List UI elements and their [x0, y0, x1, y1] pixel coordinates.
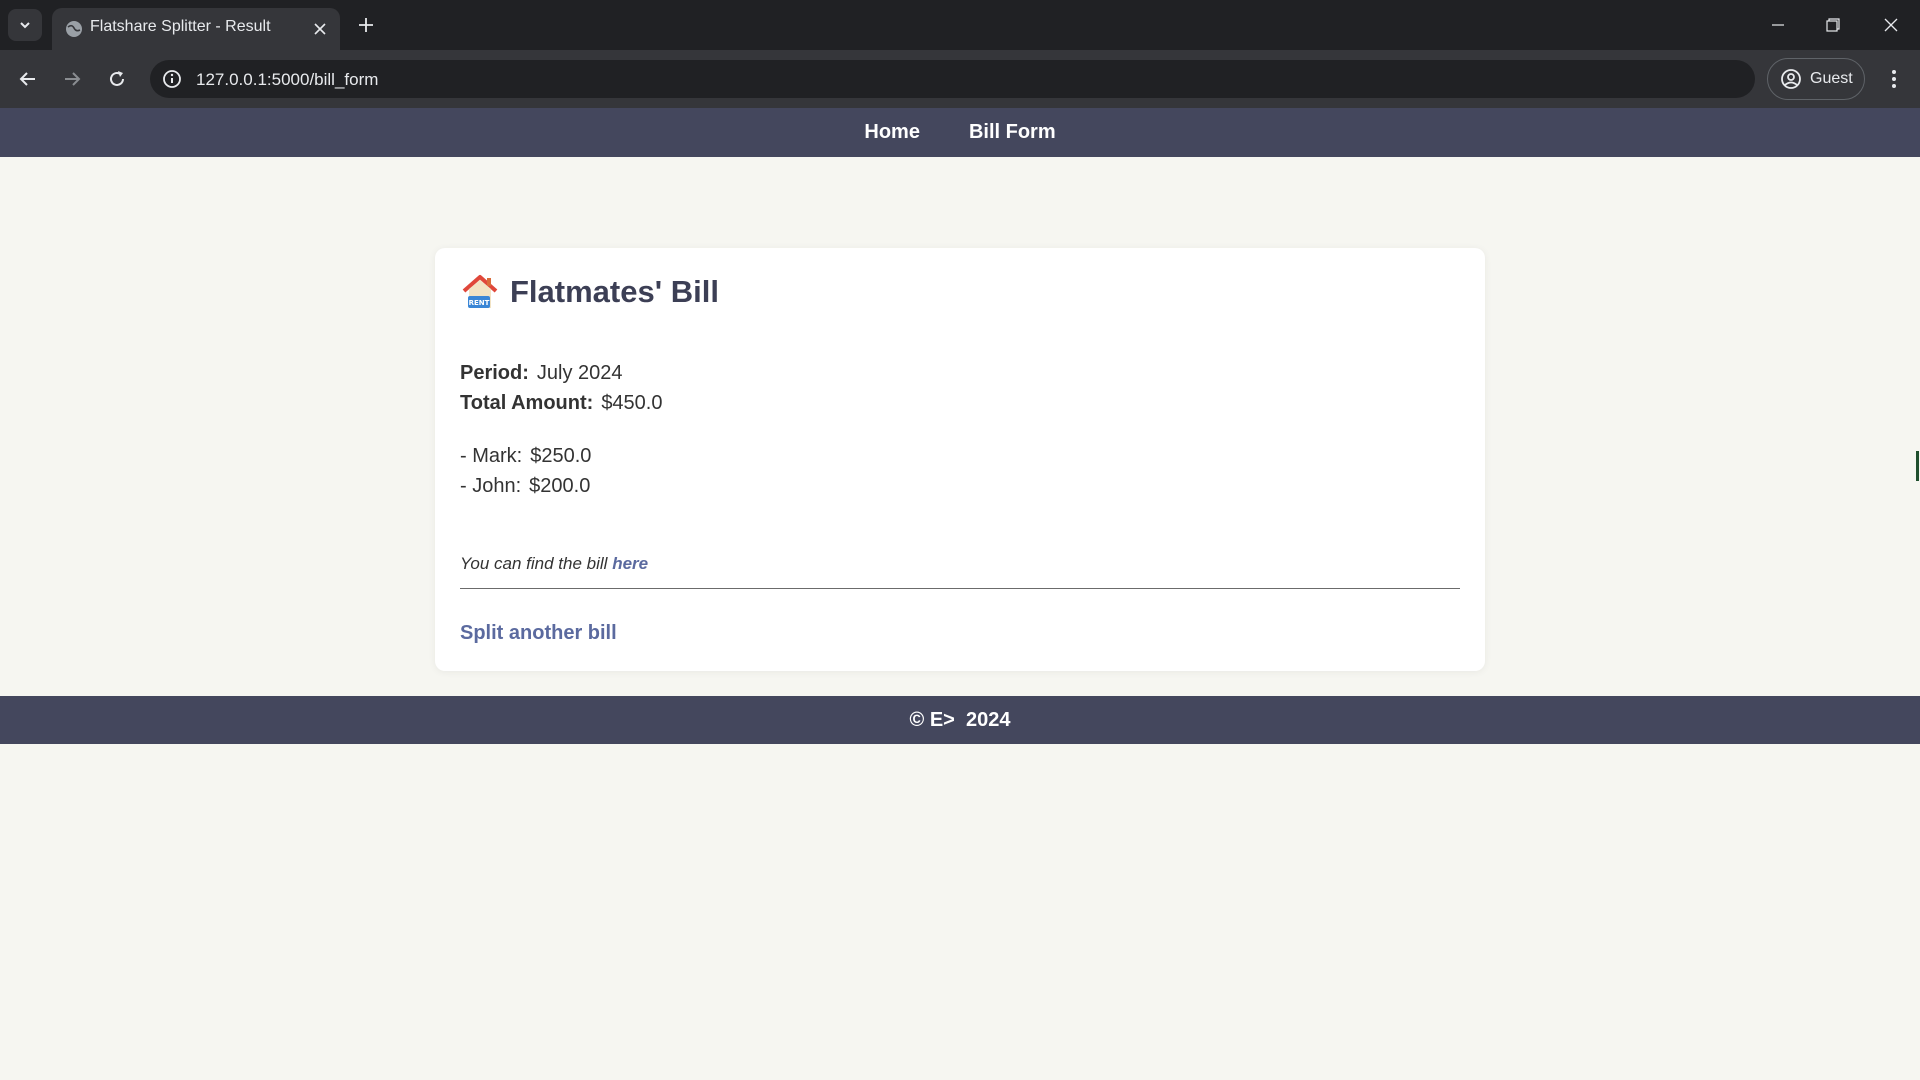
restore-icon [1826, 18, 1840, 32]
total-label: Total Amount: [460, 392, 594, 414]
browser-tab[interactable]: Flatshare Splitter - Result [52, 8, 340, 50]
close-window-button[interactable] [1869, 5, 1913, 45]
profile-icon [1781, 69, 1801, 89]
info-icon [163, 70, 181, 88]
total-value: $450.0 [601, 392, 663, 414]
close-icon [1884, 18, 1898, 32]
flatmate-name: - John: [460, 475, 522, 497]
split-another-bill-link[interactable]: Split another bill [460, 622, 617, 645]
plus-icon [359, 18, 373, 32]
site-info-icon[interactable] [160, 67, 184, 91]
reload-button[interactable] [101, 63, 133, 95]
period-label: Period: [460, 362, 529, 384]
arrow-left-icon [19, 72, 35, 86]
arrow-right-icon [65, 72, 81, 86]
browser-tab-bar: Flatshare Splitter - Result [0, 0, 1920, 50]
house-with-rent-sign-icon: RENT [462, 275, 498, 308]
bill-title: Flatmates' Bill [510, 274, 719, 309]
forward-button[interactable] [56, 63, 88, 95]
nav-home-link[interactable]: Home [864, 121, 920, 144]
chevron-down-icon [20, 22, 30, 29]
bill-file-note: You can find the bill here [460, 554, 648, 574]
browser-menu-button[interactable] [1878, 63, 1910, 95]
period-value: July 2024 [536, 362, 623, 384]
share-row: - John: $200.0 [460, 475, 590, 498]
nav-bill-form-link[interactable]: Bill Form [951, 121, 1056, 144]
tab-close-button[interactable] [308, 17, 332, 41]
bill-file-note-text: You can find the bill [460, 554, 608, 573]
divider [460, 588, 1460, 589]
more-vertical-icon [1892, 70, 1896, 88]
total-row: Total Amount: $450.0 [460, 392, 662, 415]
text-cursor-icon [1916, 451, 1919, 481]
flatmate-amount: $250.0 [530, 445, 592, 467]
address-bar[interactable]: 127.0.0.1:5000/bill_form [150, 60, 1755, 98]
period-row: Period: July 2024 [460, 362, 623, 385]
browser-toolbar: 127.0.0.1:5000/bill_form Guest [0, 50, 1920, 108]
site-footer: © E> 2024 [0, 696, 1920, 744]
share-row: - Mark: $250.0 [460, 445, 591, 468]
profile-button[interactable]: Guest [1767, 58, 1865, 100]
globe-icon [66, 21, 82, 37]
rent-sign-text: RENT [469, 299, 490, 307]
bill-card: RENT Flatmates' Bill Period: July 2024 To… [435, 248, 1485, 671]
minimize-button[interactable] [1756, 5, 1800, 45]
minimize-icon [1772, 24, 1784, 26]
footer-text: © E> 2024 [909, 708, 1011, 731]
url-text: 127.0.0.1:5000/bill_form [196, 70, 379, 89]
new-tab-button[interactable] [352, 11, 380, 39]
site-navbar: Home Bill Form [0, 108, 1920, 157]
close-icon [314, 23, 326, 35]
flatmate-name: - Mark: [460, 445, 523, 467]
tab-search-button[interactable] [8, 9, 42, 41]
profile-label: Guest [1810, 70, 1853, 87]
bill-header: RENT Flatmates' Bill [460, 272, 719, 312]
reload-icon [110, 71, 124, 86]
restore-button[interactable] [1811, 5, 1855, 45]
flatmate-amount: $200.0 [529, 475, 591, 497]
bill-pdf-link[interactable]: here [612, 554, 648, 573]
back-button[interactable] [12, 63, 44, 95]
tab-title: Flatshare Splitter - Result [90, 18, 271, 35]
